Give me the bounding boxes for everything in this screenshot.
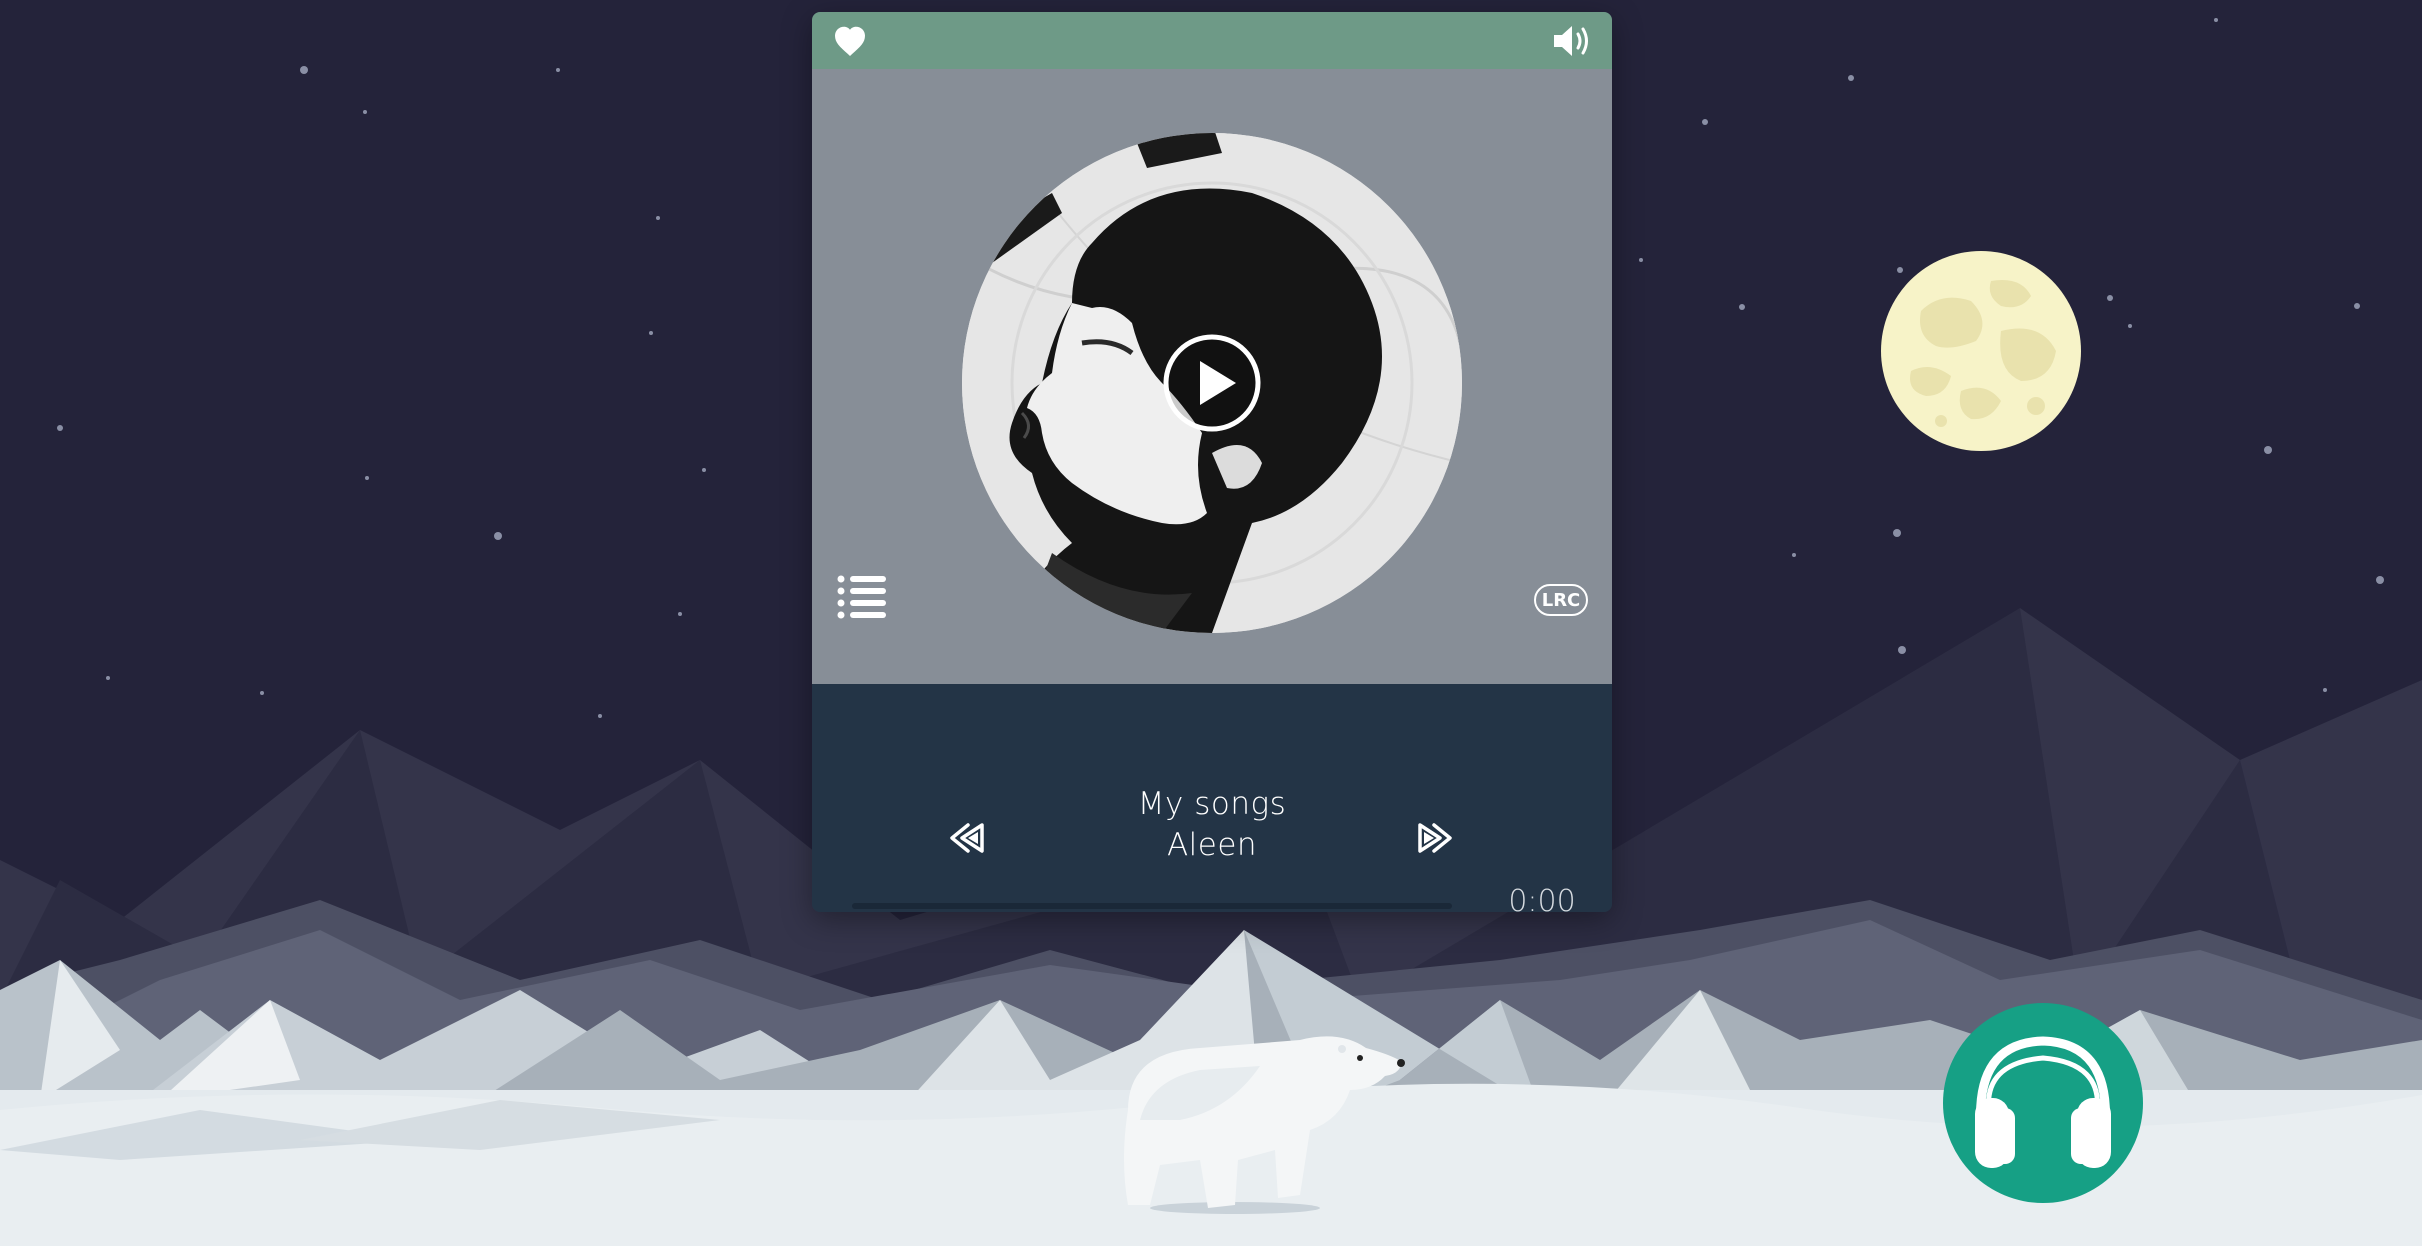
rewind-icon [950, 823, 984, 853]
playlist-button[interactable] [836, 574, 888, 620]
previous-button[interactable] [948, 820, 988, 856]
lyrics-button[interactable]: LRC [1534, 584, 1588, 616]
play-button[interactable] [1162, 333, 1262, 433]
progress-bar[interactable] [852, 903, 1452, 909]
heart-icon [835, 26, 865, 56]
cover-panel: LRC [812, 69, 1612, 684]
moon [1881, 251, 2081, 451]
favorite-button[interactable] [832, 23, 868, 59]
next-button[interactable] [1414, 820, 1454, 856]
song-artist: Aleen [1166, 827, 1258, 863]
fast-forward-icon [1418, 823, 1452, 853]
play-icon [1163, 334, 1261, 432]
list-icon [837, 575, 886, 619]
volume-button[interactable] [1550, 21, 1594, 61]
song-title: My songs [1137, 786, 1287, 822]
player-header [812, 12, 1612, 69]
controls-panel: My songs Aleen 0:00 [812, 684, 1612, 912]
lyrics-label: LRC [1541, 589, 1581, 611]
headphones-icon [1975, 1036, 2111, 1168]
headphones-button[interactable] [1943, 1003, 2143, 1203]
music-player: LRC My songs Aleen 0:00 [812, 12, 1612, 912]
time-display: 0:00 [1508, 884, 1576, 912]
volume-icon [1554, 26, 1588, 56]
